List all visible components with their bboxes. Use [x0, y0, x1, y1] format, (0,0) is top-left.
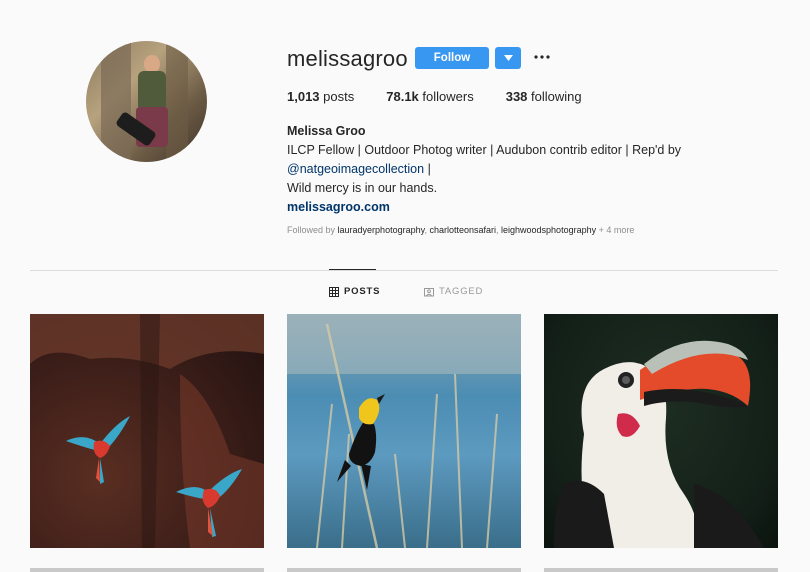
followed-by-account[interactable]: charlotteonsafari	[429, 225, 496, 235]
posts-count: 1,013	[287, 89, 320, 104]
post-image	[287, 314, 521, 548]
avatar-tree-trunk	[166, 41, 188, 162]
mention-link[interactable]: @natgeoimagecollection	[287, 162, 424, 176]
followed-by-more[interactable]: + 4 more	[596, 225, 635, 235]
avatar-tree-trunk	[101, 41, 131, 162]
post-thumbnail[interactable]	[287, 314, 521, 548]
following-label: following	[531, 89, 582, 104]
options-button[interactable]	[533, 48, 551, 66]
follow-button[interactable]: Follow	[415, 47, 489, 69]
tabs-divider	[30, 270, 778, 271]
followed-by-prefix: Followed by	[287, 225, 338, 235]
bio-line: ILCP Fellow | Outdoor Photog writer | Au…	[287, 143, 682, 157]
post-thumbnail-partial[interactable]	[287, 568, 521, 572]
post-thumbnail[interactable]	[30, 314, 264, 548]
post-thumbnail-partial[interactable]	[30, 568, 264, 572]
followed-by-account[interactable]: lauradyerphotography	[338, 225, 425, 235]
profile-stats: 1,013 posts 78.1k followers 338 followin…	[287, 89, 614, 104]
bio-mention-suffix: |	[424, 162, 431, 176]
post-image	[30, 314, 264, 548]
post-image	[553, 340, 764, 548]
following-count: 338	[505, 89, 528, 104]
profile-avatar	[86, 41, 207, 162]
website-link[interactable]: melissagroo.com	[287, 198, 681, 217]
post-thumbnail-partial[interactable]	[544, 568, 778, 572]
more-options-icon	[534, 55, 550, 59]
tab-label: POSTS	[344, 286, 381, 297]
followers-count: 78.1k	[386, 89, 419, 104]
grid-icon	[329, 286, 339, 297]
posts-stat: 1,013 posts	[287, 89, 354, 104]
bio-line: @natgeoimagecollection |	[287, 160, 681, 179]
following-stat[interactable]: 338 following	[506, 89, 582, 104]
profile-username: melissagroo	[287, 46, 408, 71]
post-thumbnail[interactable]	[544, 314, 778, 548]
avatar-person	[138, 71, 166, 111]
bio-line: Wild mercy is in our hands.	[287, 181, 438, 195]
suggestions-dropdown-button[interactable]	[495, 47, 521, 69]
active-tab-indicator	[329, 269, 376, 270]
macaw-1	[66, 416, 130, 484]
tag-icon	[424, 287, 434, 296]
followed-by[interactable]: Followed by lauradyerphotography, charlo…	[287, 225, 634, 235]
profile-full-name: Melissa Groo	[287, 124, 366, 138]
tab-label: TAGGED	[439, 286, 484, 297]
posts-label: posts	[323, 89, 355, 104]
tab-posts[interactable]: POSTS	[329, 286, 380, 297]
followers-stat[interactable]: 78.1k followers	[386, 89, 473, 104]
caret-down-icon	[503, 55, 513, 61]
profile-bio: Melissa Groo ILCP Fellow | Outdoor Photo…	[287, 122, 681, 217]
followed-by-account[interactable]: leighwoodsphotography	[501, 225, 596, 235]
tab-tagged[interactable]: TAGGED	[424, 286, 483, 297]
hornbill-bill	[640, 340, 751, 408]
followers-label: followers	[422, 89, 474, 104]
